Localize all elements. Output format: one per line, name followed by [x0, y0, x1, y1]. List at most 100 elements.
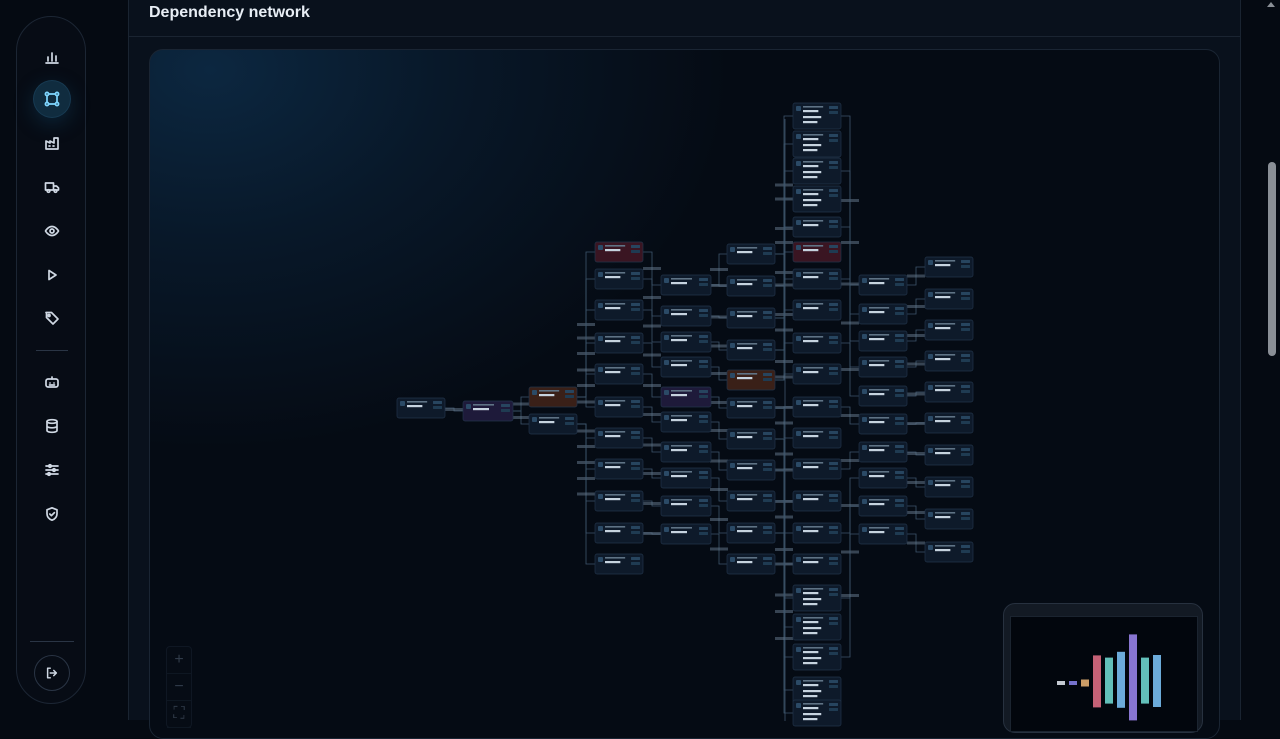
graph-node[interactable] [792, 332, 842, 354]
graph-node[interactable] [660, 495, 712, 517]
graph-node[interactable] [858, 356, 908, 378]
graph-node[interactable] [726, 490, 776, 512]
scrollbar-track[interactable] [1266, 0, 1276, 720]
nav-network[interactable] [34, 81, 70, 117]
graph-node[interactable] [792, 268, 842, 290]
graph-node[interactable] [594, 363, 644, 385]
graph-node[interactable] [858, 330, 908, 352]
nav-tags[interactable] [34, 300, 70, 336]
zoom-in-button[interactable]: + [167, 647, 191, 674]
graph-node[interactable] [726, 428, 776, 450]
graph-node[interactable] [792, 553, 842, 575]
graph-node[interactable] [924, 381, 974, 403]
nav-assistant[interactable] [34, 364, 70, 400]
graph-node[interactable] [924, 444, 974, 466]
graph-node[interactable] [660, 467, 712, 489]
graph-node[interactable] [858, 385, 908, 407]
graph-node[interactable] [528, 413, 578, 435]
logout-button[interactable] [34, 655, 70, 691]
scroll-up-arrow[interactable] [1267, 2, 1275, 7]
zoom-out-button[interactable]: − [167, 674, 191, 701]
nav-monitoring[interactable] [34, 213, 70, 249]
graph-node[interactable] [858, 523, 908, 545]
graph-node[interactable] [594, 299, 644, 321]
graph-node[interactable] [594, 332, 644, 354]
graph-node[interactable] [858, 413, 908, 435]
nav-database[interactable] [34, 408, 70, 444]
graph-node[interactable] [792, 299, 842, 321]
graph-node[interactable] [792, 185, 842, 213]
graph-node[interactable] [792, 102, 842, 130]
graph-node[interactable] [594, 490, 644, 512]
graph-node[interactable] [792, 613, 842, 641]
graph-node[interactable] [660, 411, 712, 433]
graph-node[interactable] [924, 541, 974, 563]
nav-settings[interactable] [34, 452, 70, 488]
graph-node[interactable] [726, 307, 776, 329]
graph-node[interactable] [660, 523, 712, 545]
graph-node[interactable] [792, 458, 842, 480]
graph-node[interactable] [924, 288, 974, 310]
graph-node[interactable] [726, 339, 776, 361]
graph-node[interactable] [858, 303, 908, 325]
nav-logistics[interactable] [34, 169, 70, 205]
graph-node[interactable] [660, 331, 712, 353]
graph-node[interactable] [792, 216, 842, 238]
graph-node[interactable] [660, 356, 712, 378]
graph-node[interactable] [858, 495, 908, 517]
graph-node[interactable] [924, 476, 974, 498]
graph-node[interactable] [792, 396, 842, 418]
graph-node[interactable] [792, 522, 842, 544]
nav-run[interactable] [34, 257, 70, 293]
graph-node[interactable] [726, 522, 776, 544]
graph-node[interactable] [726, 553, 776, 575]
graph-node[interactable] [924, 256, 974, 278]
graph-node[interactable] [660, 441, 712, 463]
nav-factory[interactable] [34, 125, 70, 161]
minimap-viewport[interactable] [1010, 616, 1198, 732]
graph-node[interactable] [858, 441, 908, 463]
graph-node[interactable] [792, 699, 842, 727]
nav-analytics[interactable] [34, 39, 70, 75]
graph-node[interactable] [528, 386, 578, 408]
graph-node[interactable] [660, 305, 712, 327]
graph-node[interactable] [462, 400, 514, 422]
graph-node[interactable] [792, 643, 842, 671]
graph-node[interactable] [660, 386, 712, 408]
node-badge [829, 494, 838, 497]
nav-security[interactable] [34, 496, 70, 532]
graph-node[interactable] [660, 274, 712, 296]
graph-node[interactable] [792, 241, 842, 263]
graph-node[interactable] [726, 397, 776, 419]
fit-view-button[interactable]: ⛶ [167, 701, 191, 728]
graph-node[interactable] [594, 427, 644, 449]
scrollbar-thumb[interactable] [1268, 162, 1276, 356]
graph-node[interactable] [858, 467, 908, 489]
graph-node[interactable] [726, 275, 776, 297]
node-name-line [803, 307, 819, 310]
graph-node[interactable] [924, 508, 974, 530]
graph-node[interactable] [792, 157, 842, 185]
graph-node[interactable] [594, 396, 644, 418]
graph-node[interactable] [726, 369, 776, 391]
graph-node[interactable] [792, 676, 842, 704]
graph-node[interactable] [594, 522, 644, 544]
graph-node[interactable] [924, 319, 974, 341]
graph-node[interactable] [396, 397, 446, 419]
graph-node[interactable] [924, 412, 974, 434]
graph-node[interactable] [858, 274, 908, 296]
graph-node[interactable] [792, 584, 842, 612]
graph-node[interactable] [924, 350, 974, 372]
graph-node[interactable] [792, 427, 842, 449]
graph-node[interactable] [594, 268, 644, 290]
graph-node[interactable] [726, 459, 776, 481]
graph-node[interactable] [726, 243, 776, 265]
graph-node[interactable] [792, 490, 842, 512]
graph-node[interactable] [594, 458, 644, 480]
minimap[interactable] [1003, 603, 1203, 733]
graph-node[interactable] [594, 553, 644, 575]
graph-node[interactable] [792, 130, 842, 158]
graph-node[interactable] [792, 363, 842, 385]
graph-node[interactable] [594, 241, 644, 263]
node-label-line [605, 526, 626, 528]
